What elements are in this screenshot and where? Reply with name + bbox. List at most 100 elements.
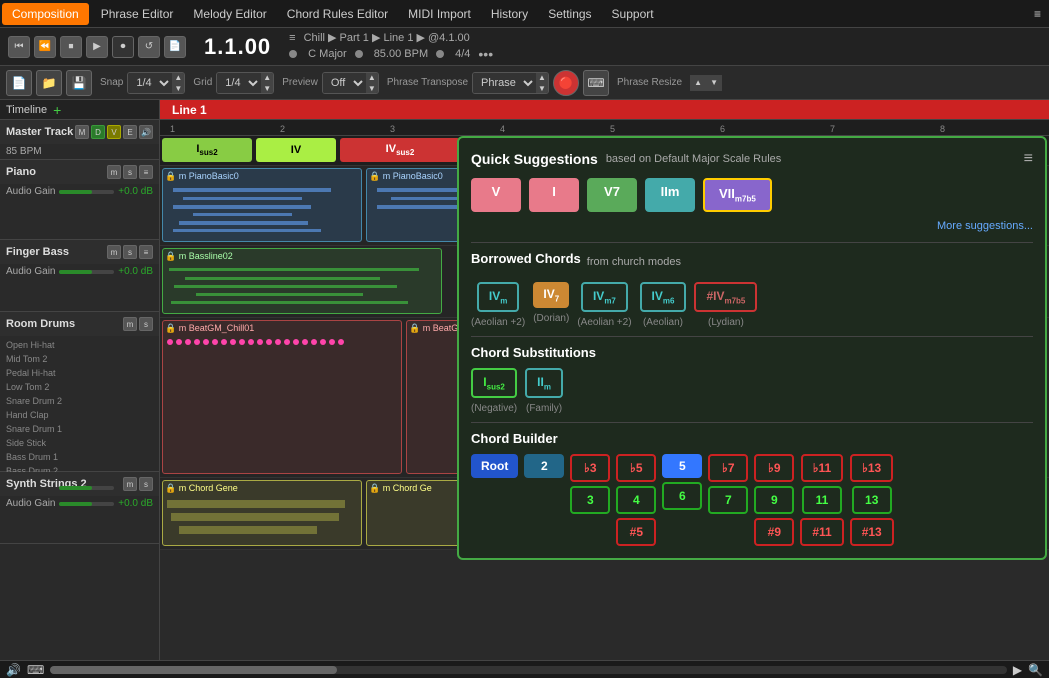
menu-midi-import[interactable]: MIDI Import (398, 3, 481, 25)
transport-prev[interactable]: ⏪ (34, 36, 56, 58)
piano-btn-s[interactable]: s (123, 165, 137, 179)
quick-chord-V7[interactable]: V7 (587, 178, 637, 212)
drums-btn-s[interactable]: s (139, 317, 153, 331)
menu-settings[interactable]: Settings (538, 3, 601, 25)
grid-up[interactable]: ▲ (261, 72, 273, 83)
master-btn-e[interactable]: E (123, 125, 137, 139)
transport-extra[interactable]: 📄 (164, 36, 186, 58)
bass-btn-e[interactable]: ≡ (139, 245, 153, 259)
open-btn[interactable]: 📁 (36, 70, 62, 96)
phrase-r-down[interactable]: ▼ (706, 75, 722, 91)
drums-btn-m[interactable]: m (123, 317, 137, 331)
builder-b9[interactable]: ♭9 (754, 454, 794, 482)
borrowed-IVm[interactable]: IVm (477, 282, 519, 312)
menu-melody-editor[interactable]: Melody Editor (183, 3, 276, 25)
snap-down[interactable]: ▼ (172, 83, 184, 94)
master-btn-v[interactable]: V (107, 125, 121, 139)
bass-gain-bar[interactable] (59, 270, 114, 274)
master-btn-d[interactable]: D (91, 125, 105, 139)
builder-9[interactable]: 9 (754, 486, 794, 514)
builder-7[interactable]: 7 (708, 486, 748, 514)
builder-13[interactable]: 13 (852, 486, 892, 514)
builder-b5[interactable]: ♭5 (616, 454, 656, 482)
transport-stop[interactable]: ⏹ (60, 36, 82, 58)
snap-arrows[interactable]: ▲ ▼ (172, 72, 184, 94)
drums-gain-bar[interactable] (59, 486, 114, 490)
timeline-add[interactable]: + (53, 102, 61, 118)
grid-select-group[interactable]: 1/4 ▲ ▼ (216, 72, 274, 94)
piano-btn-e[interactable]: ≡ (139, 165, 153, 179)
preview-up[interactable]: ▲ (366, 72, 378, 83)
menu-chord-rules[interactable]: Chord Rules Editor (277, 3, 398, 25)
builder-root[interactable]: Root (471, 454, 518, 478)
menu-phrase-editor[interactable]: Phrase Editor (91, 3, 184, 25)
menu-support[interactable]: Support (602, 3, 664, 25)
piano-btn-m[interactable]: m (107, 165, 121, 179)
borrowed-IVm7[interactable]: IVm7 (581, 282, 628, 312)
quick-chord-I[interactable]: I (529, 178, 579, 212)
preview-down[interactable]: ▼ (366, 83, 378, 94)
menu-extra-icon[interactable]: ≡ (1026, 3, 1049, 25)
synth-gain-bar[interactable] (59, 502, 114, 506)
builder-b7[interactable]: ♭7 (708, 454, 748, 482)
grid-select[interactable]: 1/4 (217, 73, 261, 93)
subs-Isus2[interactable]: Isus2 (471, 368, 517, 398)
transport-more[interactable]: ••• (478, 46, 493, 62)
chord-ivsus2[interactable]: IVsus2 (340, 138, 460, 162)
piano-gain-bar[interactable] (59, 190, 114, 194)
piano-clip-1[interactable]: 🔒 m PianoBasic0 (162, 168, 362, 242)
synth-clip-1[interactable]: 🔒 m Chord Gene (162, 480, 362, 546)
builder-2[interactable]: 2 (524, 454, 564, 478)
preview-arrows[interactable]: ▲ ▼ (366, 72, 378, 94)
snap-up[interactable]: ▲ (172, 72, 184, 83)
more-suggestions-link[interactable]: More suggestions... (471, 220, 1033, 232)
phrase-t-down[interactable]: ▼ (536, 83, 548, 94)
synth-btn-s[interactable]: s (139, 477, 153, 491)
quick-chord-V[interactable]: V (471, 178, 521, 212)
transport-loop[interactable]: ↺ (138, 36, 160, 58)
quick-chord-IIm[interactable]: IIm (645, 178, 695, 212)
transport-rewind[interactable]: ⏮ (8, 36, 30, 58)
drums-clip-1[interactable]: 🔒 m BeatGM_Chill01 (162, 320, 402, 474)
transport-record[interactable]: ⏺ (112, 36, 134, 58)
phrase-t-icon1[interactable]: 🔴 (553, 70, 579, 96)
preview-select-group[interactable]: Off ▲ ▼ (322, 72, 379, 94)
master-btn-speaker[interactable]: 🔊 (139, 125, 153, 139)
borrowed-IVm6[interactable]: IVm6 (640, 282, 687, 312)
builder-s9[interactable]: #9 (754, 518, 794, 546)
grid-down[interactable]: ▼ (261, 83, 273, 94)
phrase-t-select[interactable]: Phrase (473, 73, 536, 93)
builder-4[interactable]: 4 (616, 486, 656, 514)
builder-s13[interactable]: #13 (850, 518, 894, 546)
builder-b13[interactable]: ♭13 (850, 454, 893, 482)
builder-b11[interactable]: ♭11 (801, 454, 843, 482)
panel-menu-btn[interactable]: ≡ (1024, 150, 1033, 168)
bass-btn-s[interactable]: s (123, 245, 137, 259)
builder-3[interactable]: 3 (570, 486, 610, 514)
bass-btn-m[interactable]: m (107, 245, 121, 259)
snap-select-group[interactable]: 1/4 ▲ ▼ (127, 72, 185, 94)
synth-btn-m[interactable]: m (123, 477, 137, 491)
menu-composition[interactable]: Composition (2, 3, 89, 25)
builder-11[interactable]: 11 (802, 486, 842, 514)
quick-chord-VIIm7b5[interactable]: VIIm7b5 (703, 178, 772, 212)
borrowed-IV7[interactable]: IV7 (533, 282, 569, 308)
snap-select[interactable]: 1/4 (128, 73, 172, 93)
phrase-r-up[interactable]: ▲ (690, 75, 706, 91)
grid-arrows[interactable]: ▲ ▼ (261, 72, 273, 94)
subs-IIm[interactable]: IIm (525, 368, 563, 398)
bottom-icon-2[interactable]: ⌨ (27, 663, 44, 677)
builder-s5[interactable]: #5 (616, 518, 656, 546)
phrase-t-select-group[interactable]: Phrase ▲ ▼ (472, 72, 549, 94)
scroll-track[interactable] (50, 666, 1007, 674)
phrase-t-arrows[interactable]: ▲ ▼ (536, 72, 548, 94)
bottom-icon-1[interactable]: 🔊 (6, 663, 21, 677)
chord-isus2[interactable]: Isus2 (162, 138, 252, 162)
save-btn[interactable]: 💾 (66, 70, 92, 96)
master-btn-m[interactable]: M (75, 125, 89, 139)
chord-iv[interactable]: IV (256, 138, 336, 162)
builder-6[interactable]: 6 (662, 482, 702, 510)
new-file-btn[interactable]: 📄 (6, 70, 32, 96)
transport-play[interactable]: ▶ (86, 36, 108, 58)
borrowed-sIVm7b5[interactable]: #IVm7b5 (694, 282, 757, 312)
